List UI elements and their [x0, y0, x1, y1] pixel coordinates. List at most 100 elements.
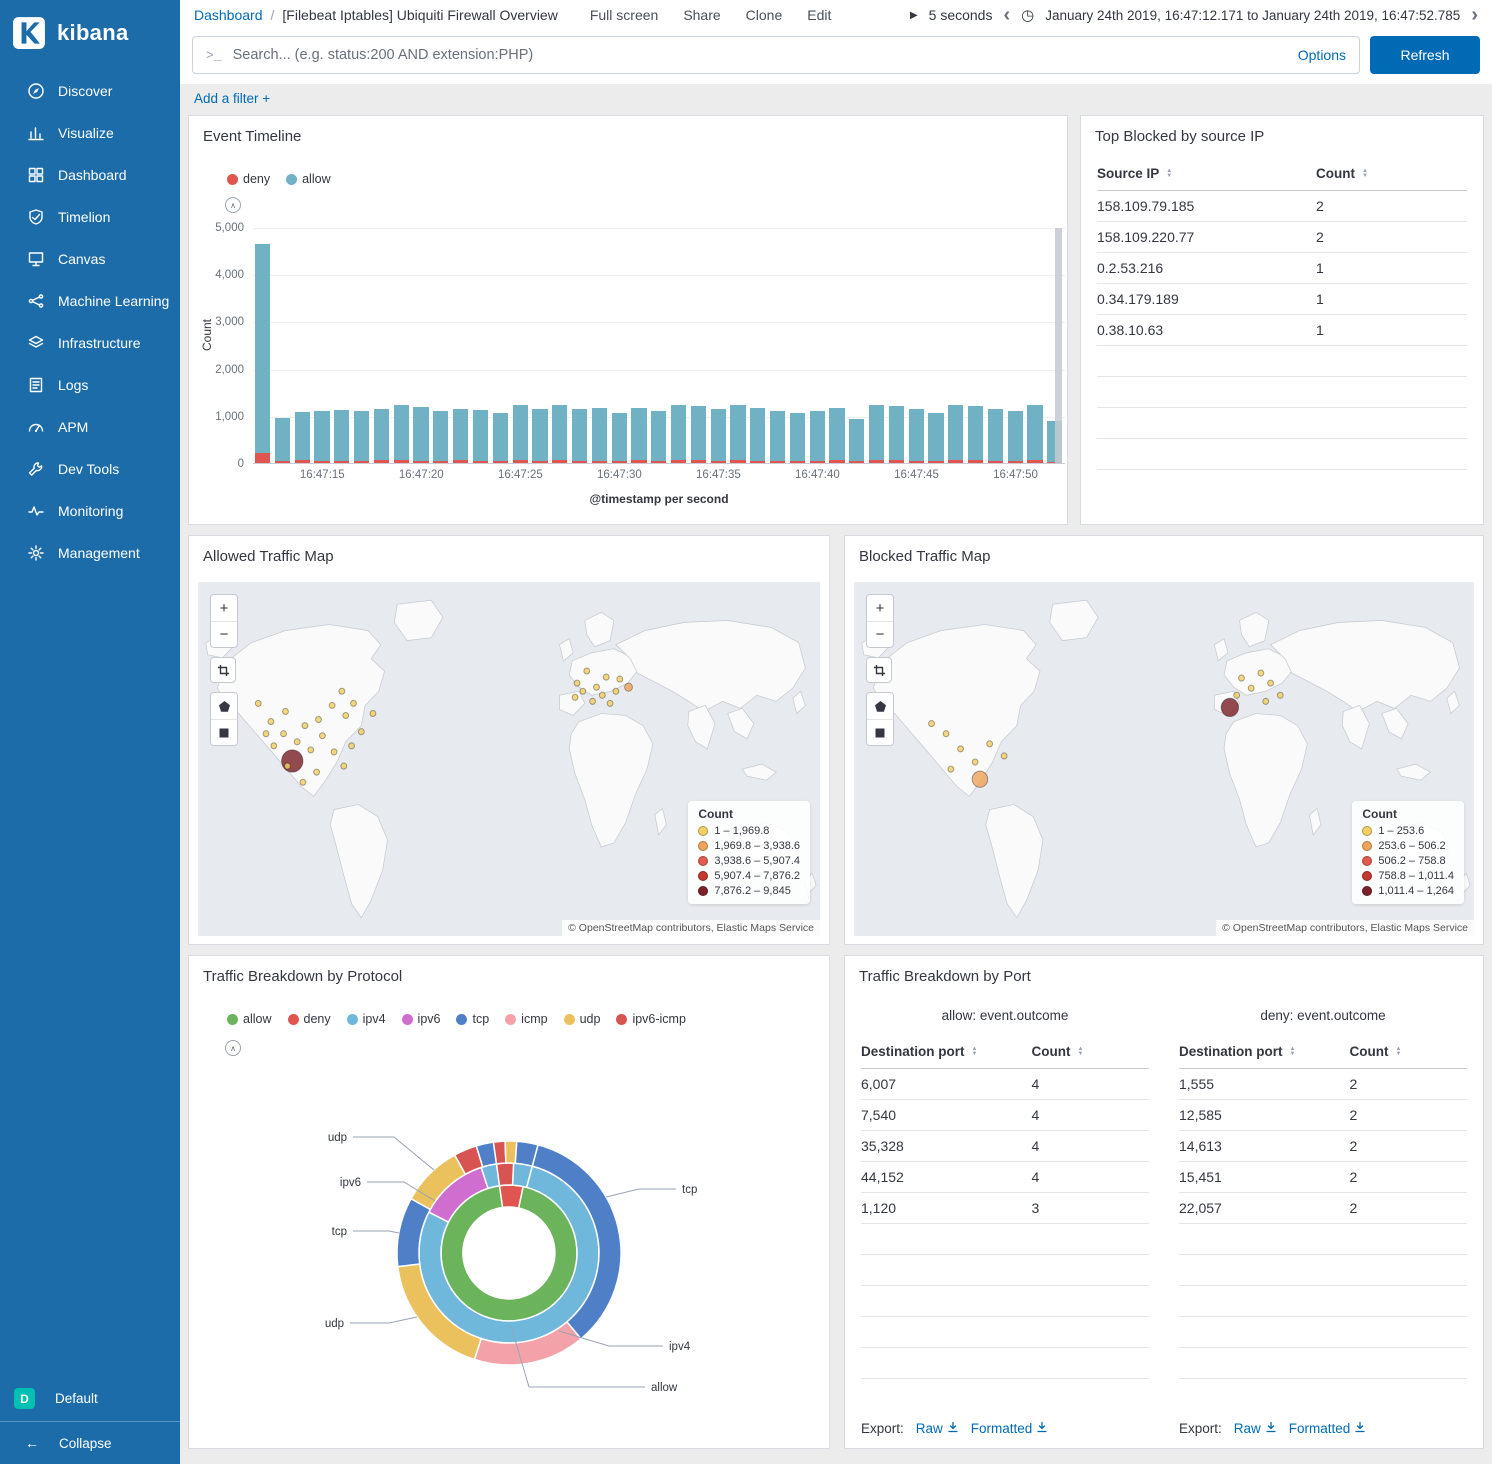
legend-item-udp[interactable]: udp	[564, 1012, 601, 1026]
polygon-tool-button[interactable]	[867, 693, 893, 719]
timeline-bar[interactable]	[314, 411, 329, 463]
sidebar-item-apm[interactable]: APM	[0, 406, 180, 448]
menu-item-share[interactable]: Share	[683, 7, 720, 23]
export-formatted-link[interactable]: Formatted	[971, 1421, 1049, 1436]
add-filter-link[interactable]: Add a filter +	[194, 91, 270, 106]
legend-item-tcp[interactable]: tcp	[456, 1012, 489, 1026]
timeline-bar[interactable]	[928, 413, 943, 463]
column-header[interactable]: Count▲▼	[1031, 1044, 1149, 1059]
search-input[interactable]	[233, 47, 1287, 63]
column-header[interactable]: Source IP▲▼	[1097, 166, 1316, 181]
timeline-bar[interactable]	[413, 407, 428, 463]
refresh-button[interactable]: Refresh	[1370, 36, 1480, 74]
collapse-button[interactable]: ← Collapse	[0, 1421, 180, 1464]
sidebar-item-infrastructure[interactable]: Infrastructure	[0, 322, 180, 364]
blocked-map[interactable]: + − Count 1 – 253.6253.6 – 506.2506.2 – …	[854, 582, 1474, 936]
timeline-bar[interactable]	[750, 408, 765, 463]
legend-item-deny[interactable]: deny	[227, 172, 270, 186]
legend-item-ipv6-icmp[interactable]: ipv6-icmp	[616, 1012, 686, 1026]
legend-item-allow[interactable]: allow	[227, 1012, 272, 1026]
sunburst-segment-ipv6-icmp[interactable]	[493, 1141, 506, 1164]
column-header[interactable]: Destination port▲▼	[861, 1044, 1031, 1059]
legend-collapse-icon[interactable]: ∧	[225, 197, 241, 213]
timeline-bar[interactable]	[711, 409, 726, 463]
timeline-bar[interactable]	[790, 413, 805, 463]
polygon-tool-button[interactable]	[211, 693, 237, 719]
timeline-bar[interactable]	[354, 411, 369, 463]
time-range[interactable]: January 24th 2019, 16:47:12.171 to Janua…	[1045, 8, 1460, 23]
sort-icon[interactable]: ▲▼	[1077, 1047, 1083, 1057]
column-header[interactable]: Count▲▼	[1316, 166, 1467, 181]
fit-bounds-button[interactable]	[866, 657, 892, 683]
fit-bounds-button[interactable]	[210, 657, 236, 683]
timeline-bar[interactable]	[572, 409, 587, 463]
timeline-bar[interactable]	[849, 419, 864, 463]
sidebar-item-discover[interactable]: Discover	[0, 70, 180, 112]
column-header[interactable]: Destination port▲▼	[1179, 1044, 1349, 1059]
legend-item-deny[interactable]: deny	[288, 1012, 331, 1026]
timeline-bar[interactable]	[651, 411, 666, 463]
play-icon[interactable]: ▶	[910, 10, 918, 21]
timeline-bar[interactable]	[374, 409, 389, 463]
sidebar-item-visualize[interactable]: Visualize	[0, 112, 180, 154]
timeline-bar[interactable]	[988, 409, 1003, 463]
sort-icon[interactable]: ▲▼	[1362, 169, 1368, 179]
timeline-bar[interactable]	[909, 409, 924, 463]
timeline-bar[interactable]	[532, 409, 547, 463]
timeline-bar[interactable]	[275, 418, 290, 463]
timeline-bar[interactable]	[295, 412, 310, 463]
sidebar-item-monitoring[interactable]: Monitoring	[0, 490, 180, 532]
export-formatted-link[interactable]: Formatted	[1289, 1421, 1367, 1436]
sunburst-segment-ipv6-icmp[interactable]	[497, 1163, 514, 1186]
rect-tool-button[interactable]	[211, 719, 237, 745]
sidebar-item-logs[interactable]: Logs	[0, 364, 180, 406]
timeline-bar[interactable]	[255, 244, 270, 464]
timeline-bar[interactable]	[869, 405, 884, 463]
timeline-bar[interactable]	[889, 406, 904, 463]
timeline-bar[interactable]	[612, 413, 627, 463]
timeline-bar[interactable]	[691, 406, 706, 463]
sunburst-segment-deny[interactable]	[500, 1185, 524, 1208]
sidebar-item-dashboard[interactable]: Dashboard	[0, 154, 180, 196]
zoom-out-button[interactable]: −	[867, 621, 893, 647]
timeline-bar[interactable]	[513, 405, 528, 463]
refresh-interval[interactable]: 5 seconds	[929, 7, 993, 23]
zoom-in-button[interactable]: +	[867, 595, 893, 621]
time-forward-icon[interactable]: ›	[1471, 5, 1478, 25]
sidebar-item-devtools[interactable]: Dev Tools	[0, 448, 180, 490]
timeline-bar[interactable]	[433, 411, 448, 463]
breadcrumb-dashboard[interactable]: Dashboard	[194, 7, 263, 23]
kibana-logo[interactable]: kibana	[0, 0, 180, 70]
export-raw-link[interactable]: Raw	[1234, 1421, 1277, 1436]
timeline-bar[interactable]	[334, 410, 349, 463]
sidebar-item-timelion[interactable]: Timelion	[0, 196, 180, 238]
sort-icon[interactable]: ▲▼	[1166, 169, 1172, 179]
menu-item-full-screen[interactable]: Full screen	[590, 7, 658, 23]
timeline-bar[interactable]	[473, 410, 488, 463]
options-link[interactable]: Options	[1298, 47, 1346, 63]
zoom-out-button[interactable]: −	[211, 621, 237, 647]
legend-item-ipv6[interactable]: ipv6	[402, 1012, 441, 1026]
timeline-bar[interactable]	[394, 405, 409, 464]
timeline-bar[interactable]	[592, 408, 607, 464]
timeline-bar[interactable]	[552, 405, 567, 463]
sort-icon[interactable]: ▲▼	[1290, 1047, 1296, 1057]
timeline-bar[interactable]	[948, 405, 963, 463]
sidebar-item-canvas[interactable]: Canvas	[0, 238, 180, 280]
zoom-in-button[interactable]: +	[211, 595, 237, 621]
column-header[interactable]: Count▲▼	[1349, 1044, 1467, 1059]
time-back-icon[interactable]: ‹	[1003, 5, 1010, 25]
legend-item-icmp[interactable]: icmp	[505, 1012, 547, 1026]
legend-item-allow[interactable]: allow	[286, 172, 331, 186]
timeline-bar[interactable]	[631, 408, 646, 463]
legend-item-ipv4[interactable]: ipv4	[347, 1012, 386, 1026]
menu-item-edit[interactable]: Edit	[807, 7, 831, 23]
timeline-bar[interactable]	[810, 411, 825, 463]
sort-icon[interactable]: ▲▼	[1395, 1047, 1401, 1057]
timeline-bar[interactable]	[1027, 405, 1042, 464]
timeline-bar[interactable]	[453, 409, 468, 464]
sidebar-item-management[interactable]: Management	[0, 532, 180, 574]
menu-item-clone[interactable]: Clone	[746, 7, 783, 23]
rect-tool-button[interactable]	[867, 719, 893, 745]
timeline-bar[interactable]	[730, 405, 745, 463]
